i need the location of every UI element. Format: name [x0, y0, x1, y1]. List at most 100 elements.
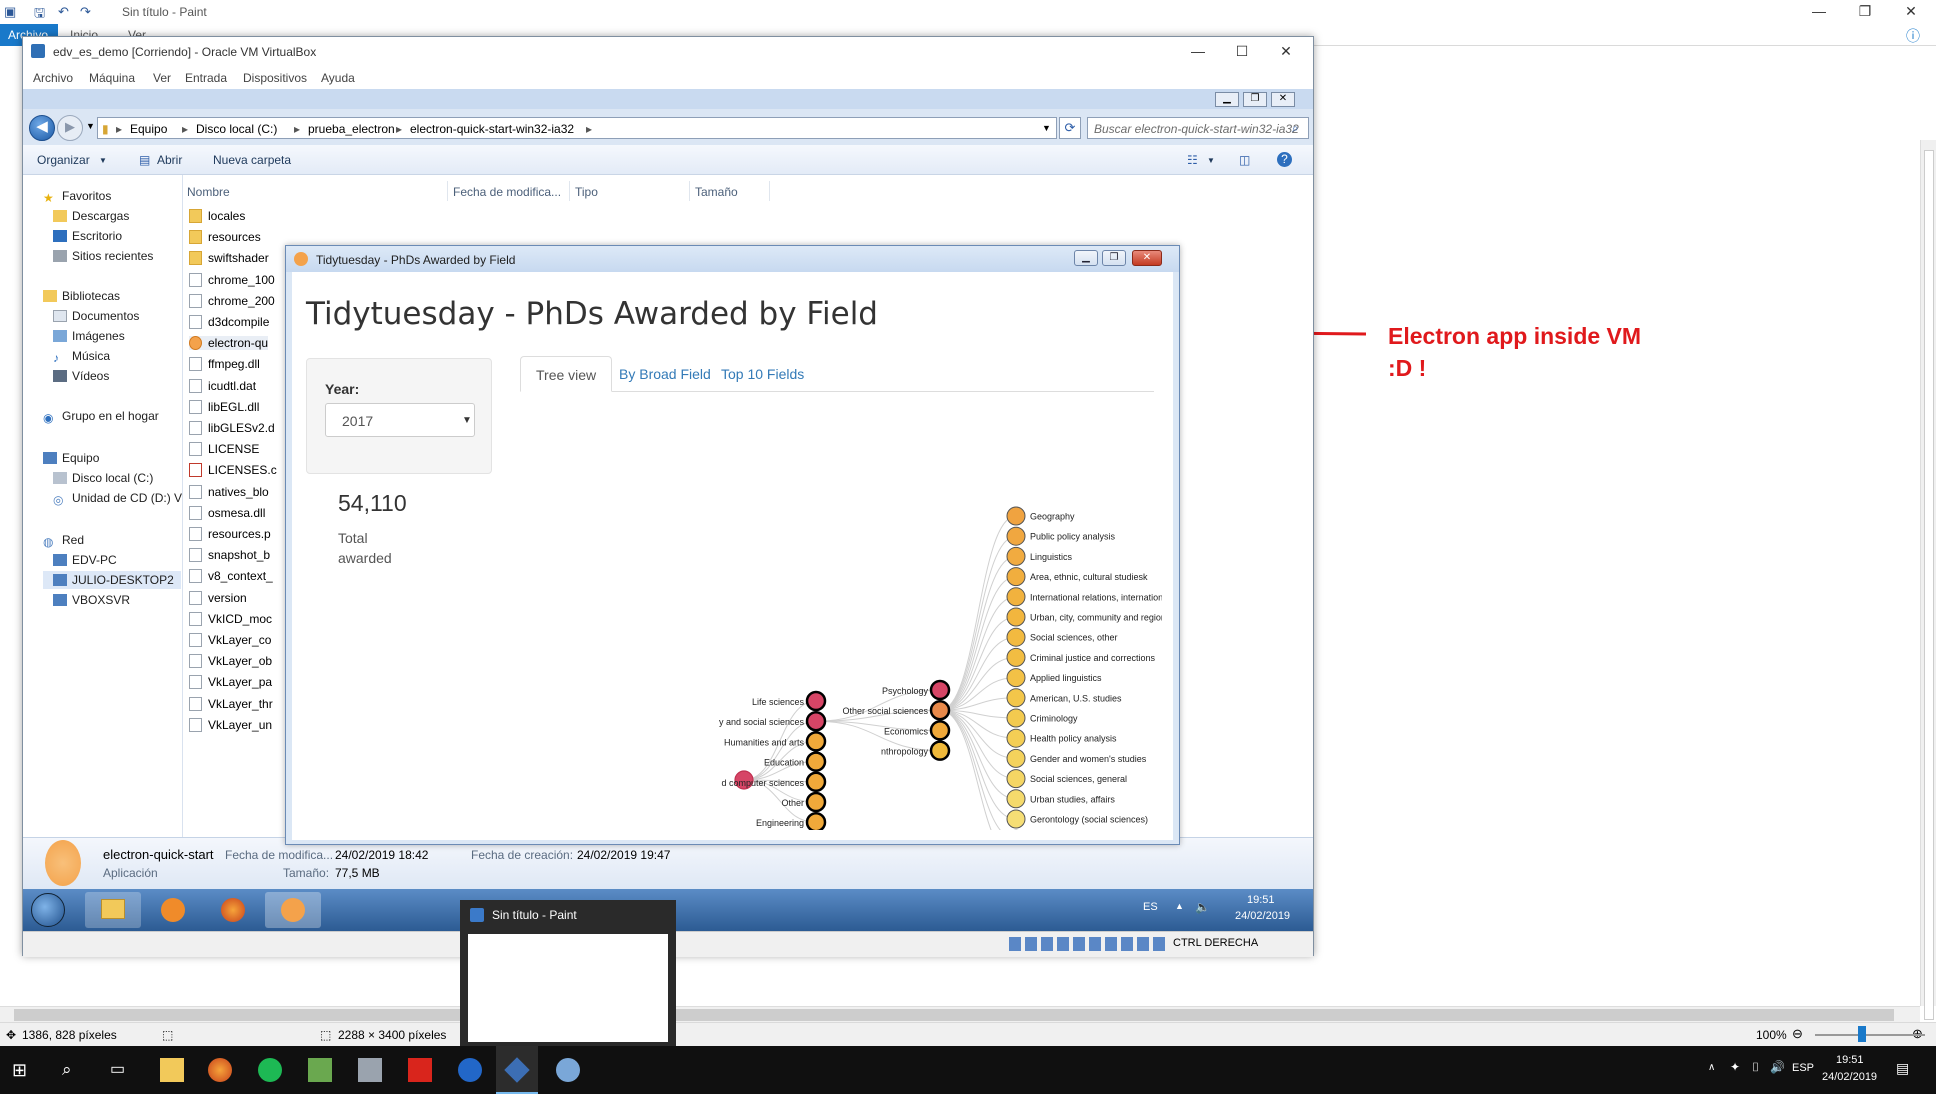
help-icon[interactable]: ⓘ	[1906, 26, 1920, 46]
file-row[interactable]: LICENSES.c	[189, 463, 277, 478]
firefox-icon[interactable]	[208, 1058, 232, 1082]
file-row[interactable]: d3dcompile	[189, 315, 269, 329]
file-row[interactable]: chrome_200	[189, 293, 275, 308]
close-button[interactable]: ✕	[1888, 0, 1934, 24]
column-header-type[interactable]: Tipo	[575, 185, 598, 199]
file-row[interactable]: locales	[189, 209, 245, 223]
minimize-button[interactable]: —	[1796, 0, 1842, 24]
explorer-taskbar-icon[interactable]	[85, 892, 141, 928]
nav-documentos[interactable]: Documentos	[53, 309, 139, 323]
firefox-taskbar-icon[interactable]	[205, 892, 261, 928]
media-player-taskbar-icon[interactable]	[145, 892, 201, 928]
vbox-maximize-button[interactable]: ☐	[1219, 40, 1265, 64]
notifications-icon[interactable]: ▤	[1896, 1060, 1909, 1077]
network-app-icon[interactable]	[358, 1058, 382, 1082]
nav-disco-local[interactable]: Disco local (C:)	[53, 471, 153, 485]
vbox-minimize-button[interactable]: —	[1175, 40, 1221, 64]
vbox-device-icons[interactable]	[1009, 937, 1169, 951]
file-row[interactable]: VkLayer_ob	[189, 654, 272, 669]
nav-favorites[interactable]: ★ Favoritos	[43, 189, 111, 205]
search-input[interactable]: Buscar electron-quick-start-win32-ia32 ⌕	[1087, 117, 1309, 139]
open-button[interactable]: Abrir	[157, 153, 182, 167]
file-row[interactable]: VkICD_moc	[189, 611, 272, 626]
volume-icon[interactable]: 🔈	[1195, 900, 1210, 914]
horizontal-scrollbar[interactable]	[0, 1006, 1920, 1022]
guest-language[interactable]: ES	[1143, 901, 1158, 913]
file-explorer-icon[interactable]	[160, 1058, 184, 1082]
view-dropdown-icon[interactable]: ▼	[1207, 156, 1215, 165]
host-clock-date[interactable]: 24/02/2019	[1822, 1071, 1877, 1083]
electron-close-button[interactable]: ✕	[1132, 250, 1162, 266]
nav-red[interactable]: ◍ Red	[43, 533, 84, 549]
column-header-modified[interactable]: Fecha de modifica...	[453, 185, 561, 199]
address-dropdown-icon[interactable]: ▼	[1042, 123, 1051, 133]
undo-icon[interactable]: ↶	[58, 4, 69, 20]
file-row[interactable]: VkLayer_thr	[189, 696, 273, 711]
show-hidden-icons[interactable]: ∧	[1708, 1062, 1715, 1073]
nav-bibliotecas[interactable]: Bibliotecas	[43, 289, 120, 303]
guest-clock-time[interactable]: 19:51	[1247, 894, 1275, 906]
explorer-restore-button[interactable]: ❐	[1243, 92, 1267, 107]
file-row[interactable]: icudtl.dat	[189, 378, 256, 393]
vertical-scrollbar[interactable]	[1920, 140, 1936, 1020]
explorer-minimize-button[interactable]: ▁	[1215, 92, 1239, 107]
menu-dispositivos[interactable]: Dispositivos	[243, 71, 307, 85]
refresh-button[interactable]: ⟳	[1059, 117, 1081, 139]
nav-equipo[interactable]: Equipo	[43, 451, 99, 465]
history-dropdown-icon[interactable]: ▼	[86, 121, 95, 131]
file-row[interactable]: VkLayer_co	[189, 633, 271, 647]
nav-julio-desktop2[interactable]: JULIO-DESKTOP2	[53, 573, 174, 587]
file-row[interactable]: snapshot_b	[189, 548, 270, 563]
acrobat-icon[interactable]	[408, 1058, 432, 1082]
taskbar-thumbnail-preview[interactable]: Sin título - Paint	[460, 900, 676, 1046]
breadcrumb-equipo[interactable]: Equipo	[130, 122, 167, 136]
electron-taskbar-icon[interactable]	[265, 892, 321, 928]
guest-screen[interactable]: ▁ ❐ ✕ ◀ ▶ ▼ ▮ ▸ Equipo ▸ Disco local (C:…	[23, 89, 1313, 957]
breadcrumb-disco-local[interactable]: Disco local (C:)	[196, 122, 277, 136]
organize-button[interactable]: Organizar	[37, 153, 90, 167]
zoom-slider-thumb[interactable]	[1858, 1026, 1866, 1042]
spotify-icon[interactable]	[258, 1058, 282, 1082]
new-folder-button[interactable]: Nueva carpeta	[213, 153, 291, 167]
nav-escritorio[interactable]: Escritorio	[53, 229, 122, 243]
menu-maquina[interactable]: Máquina	[89, 71, 135, 85]
dropbox-icon[interactable]: ✦	[1730, 1060, 1740, 1074]
start-button[interactable]	[31, 893, 65, 927]
year-select[interactable]: 2017 ▼	[325, 403, 475, 437]
file-row[interactable]: libGLESv2.d	[189, 421, 275, 435]
nav-imagenes[interactable]: Imágenes	[53, 329, 125, 343]
explorer-close-button[interactable]: ✕	[1271, 92, 1295, 107]
menu-entrada[interactable]: Entrada	[185, 71, 227, 85]
column-header-size[interactable]: Tamaño	[695, 185, 738, 199]
nav-descargas[interactable]: Descargas	[53, 209, 129, 223]
nav-unidad-cd[interactable]: ◎ Unidad de CD (D:) V	[53, 491, 182, 507]
forward-button[interactable]: ▶	[57, 115, 83, 141]
preview-pane-icon[interactable]: ◫	[1239, 153, 1250, 167]
file-row[interactable]: resources	[189, 230, 261, 245]
file-row[interactable]: LICENSE	[189, 442, 259, 457]
tab-top-10-fields[interactable]: Top 10 Fields	[706, 356, 819, 392]
column-header-name[interactable]: Nombre	[187, 185, 230, 199]
file-row[interactable]: VkLayer_un	[189, 717, 272, 732]
file-row[interactable]: libEGL.dll	[189, 399, 259, 414]
task-view-icon[interactable]: ▭	[110, 1058, 134, 1082]
electron-minimize-button[interactable]: ▁	[1074, 250, 1098, 266]
nav-grupo-hogar[interactable]: ◉ Grupo en el hogar	[43, 409, 159, 425]
file-row[interactable]: version	[189, 590, 247, 605]
breadcrumb-prueba-electron[interactable]: prueba_electron	[308, 122, 395, 136]
redo-icon[interactable]: ↷	[80, 4, 91, 20]
file-row[interactable]: ffmpeg.dll	[189, 357, 260, 372]
guest-clock-date[interactable]: 24/02/2019	[1235, 910, 1290, 922]
nav-musica[interactable]: ♪ Música	[53, 349, 110, 365]
maximize-button[interactable]: ❐	[1842, 0, 1888, 24]
nav-sitios-recientes[interactable]: Sitios recientes	[53, 249, 153, 263]
file-row[interactable]: resources.p	[189, 527, 271, 541]
organize-dropdown-icon[interactable]: ▼	[99, 156, 107, 165]
menu-ver[interactable]: Ver	[153, 71, 171, 85]
windows-start-icon[interactable]: ⊞	[12, 1058, 36, 1082]
search-icon[interactable]: ⌕	[62, 1058, 86, 1082]
menu-ayuda[interactable]: Ayuda	[321, 71, 355, 85]
host-language[interactable]: ESP	[1792, 1062, 1814, 1074]
nav-videos[interactable]: Vídeos	[53, 369, 109, 383]
r-icon[interactable]	[458, 1058, 482, 1082]
